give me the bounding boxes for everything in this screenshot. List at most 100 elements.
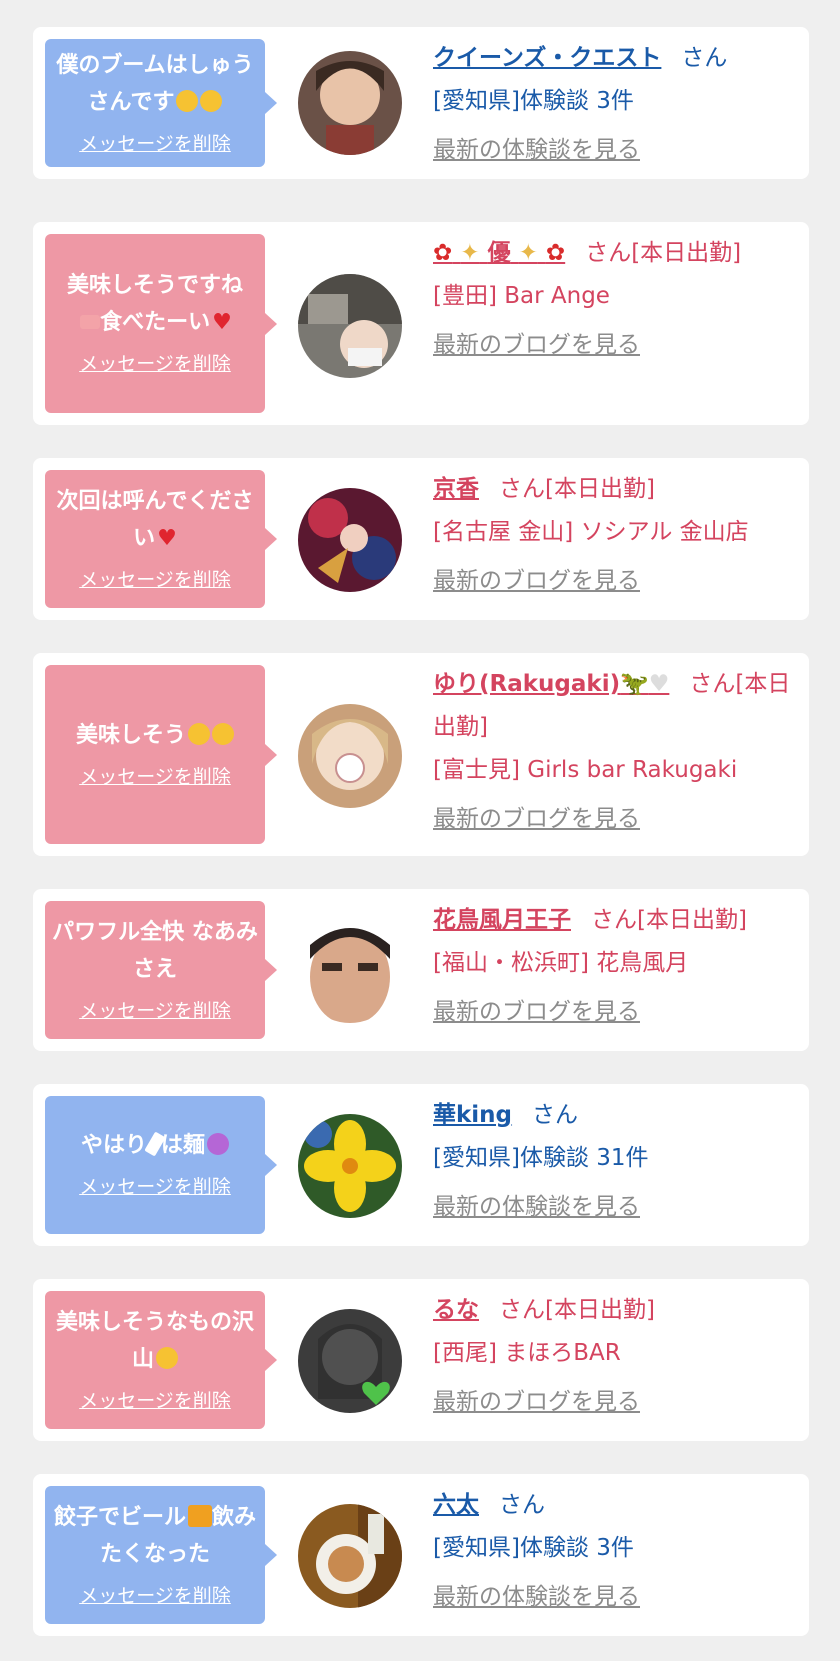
drooling-emoji-icon: [212, 722, 234, 745]
white-heart-emoji-icon: ♥: [648, 671, 670, 697]
review-count: [愛知県]体験談 31件: [433, 1145, 649, 1171]
latest-blog-link[interactable]: 最新のブログを見る: [433, 991, 798, 1034]
user-name-link[interactable]: 華king: [433, 1102, 512, 1128]
message-bubble: やはり は麺 メッセージを削除: [45, 1096, 277, 1234]
girl-info: 花鳥風月王子 さん[本日出勤] [福山・松浜町] 花鳥風月 最新のブログを見る: [433, 899, 798, 1034]
avatar[interactable]: [298, 1114, 402, 1218]
shop-name: [名古屋 金山] ソシアル 金山店: [433, 519, 749, 545]
latest-blog-link[interactable]: 最新のブログを見る: [433, 324, 798, 367]
honorific: さん: [681, 45, 728, 71]
girl-name-link[interactable]: ✿ ✦ 優 ✦ ✿: [433, 240, 565, 266]
drooling-emoji-icon: [156, 1346, 178, 1369]
latest-review-link[interactable]: 最新の体験談を見る: [433, 1186, 798, 1229]
rolling-laughing-emoji-icon: [176, 89, 199, 112]
girl-name-link[interactable]: るな: [433, 1297, 479, 1323]
girl-name-text: ゆり(Rakugaki): [433, 671, 621, 697]
avatar[interactable]: [298, 919, 402, 1023]
message-text: 美味しそうなもの沢山: [51, 1304, 259, 1378]
avatar[interactable]: [298, 51, 402, 155]
girl-name-text: 優: [487, 240, 511, 266]
sparkles-emoji-icon: ✦: [518, 240, 538, 266]
rolling-laughing-emoji-icon: [200, 89, 223, 112]
latest-review-link[interactable]: 最新の体験談を見る: [433, 1576, 798, 1619]
shop-name: [福山・松浜町] 花鳥風月: [433, 950, 689, 976]
message-text: 美味しそう: [76, 717, 234, 754]
message-text: 次回は呼んでください♥: [51, 483, 259, 557]
message-text: 餃子でビール 飲みたくなった: [51, 1499, 259, 1573]
delete-message-link[interactable]: メッセージを削除: [79, 1172, 231, 1199]
girl-name-link[interactable]: 花鳥風月王子: [433, 907, 571, 933]
girl-name-link[interactable]: ゆり(Rakugaki)🦖♥: [433, 671, 669, 697]
list-item: 僕のブームはしゅうさんです メッセージを削除 クイーンズ・クエスト さん [愛知県…: [33, 27, 809, 179]
delete-message-link[interactable]: メッセージを削除: [79, 1386, 231, 1413]
user-info: 六太 さん [愛知県]体験談 3件 最新の体験談を見る: [433, 1484, 798, 1619]
review-count: [愛知県]体験談 3件: [433, 88, 634, 114]
list-item: やはり は麺 メッセージを削除 華king さん [愛知県]体験談 31件 最新の体…: [33, 1084, 809, 1246]
sparkles-emoji-icon: ✦: [460, 240, 480, 266]
drooling-emoji-icon: [188, 722, 210, 745]
shop-name: [豊田] Bar Ange: [433, 283, 610, 309]
message-text-part: 食べたーい: [100, 310, 211, 335]
user-info: クイーンズ・クエスト さん [愛知県]体験談 3件 最新の体験談を見る: [433, 37, 798, 172]
message-text-part: 餃子でビール: [53, 1504, 186, 1530]
message-text-part: 美味しそうですね: [66, 273, 243, 298]
avatar[interactable]: [298, 488, 402, 592]
latest-blog-link[interactable]: 最新のブログを見る: [433, 798, 798, 841]
latest-blog-link[interactable]: 最新のブログを見る: [433, 1381, 798, 1424]
girl-info: 京香 さん[本日出勤] [名古屋 金山] ソシアル 金山店 最新のブログを見る: [433, 468, 798, 603]
girl-info: るな さん[本日出勤] [西尾] まほろBAR 最新のブログを見る: [433, 1289, 798, 1424]
message-text-part: 美味しそうなもの沢山: [55, 1309, 254, 1372]
message-bubble: 美味しそうですね 食べたーい♥ メッセージを削除: [45, 234, 277, 413]
avatar[interactable]: [298, 274, 402, 378]
latest-blog-link[interactable]: 最新のブログを見る: [433, 560, 798, 603]
latest-review-link[interactable]: 最新の体験談を見る: [433, 129, 798, 172]
delete-message-link[interactable]: メッセージを削除: [79, 349, 231, 376]
list-item: 餃子でビール 飲みたくなった メッセージを削除 六太 さん [愛知県]体験談 3件 …: [33, 1474, 809, 1636]
list-item: 次回は呼んでください♥ メッセージを削除 京香 さん[本日出勤] [名古屋 金山]…: [33, 458, 809, 620]
message-list: 僕のブームはしゅうさんです メッセージを削除 クイーンズ・クエスト さん [愛知県…: [0, 0, 840, 1661]
message-text: 美味しそうですね 食べたーい♥: [67, 267, 243, 341]
delete-message-link[interactable]: メッセージを削除: [79, 1581, 231, 1608]
message-bubble: 僕のブームはしゅうさんです メッセージを削除: [45, 39, 277, 167]
list-item: 美味しそうですね 食べたーい♥ メッセージを削除 ✿ ✦ 優 ✦ ✿ さん[本日出勤…: [33, 222, 809, 425]
delete-message-link[interactable]: メッセージを削除: [79, 762, 231, 789]
avatar[interactable]: [298, 704, 402, 808]
list-item: パワフル全快 なあみさえ メッセージを削除 花鳥風月王子 さん[本日出勤] [福山…: [33, 889, 809, 1051]
honorific: さん[本日出勤]: [499, 476, 655, 502]
dinosaur-emoji-icon: 🦖: [620, 671, 649, 697]
hibiscus-emoji-icon: ✿: [545, 240, 566, 266]
heart-emoji-icon: ♥: [157, 525, 177, 551]
honorific: さん[本日出勤]: [591, 907, 747, 933]
delete-message-link[interactable]: メッセージを削除: [79, 565, 231, 592]
list-item: 美味しそう メッセージを削除 ゆり(Rakugaki)🦖♥ さん[本日出勤] [富…: [33, 653, 809, 856]
list-item: 美味しそうなもの沢山 メッセージを削除 るな さん[本日出勤] [西尾] まほろB…: [33, 1279, 809, 1441]
beer-emoji-icon: [188, 1504, 212, 1527]
message-text-part: やはり: [80, 1133, 147, 1158]
message-text: やはり は麺: [80, 1127, 230, 1164]
cake-emoji-icon: [80, 315, 101, 329]
honorific: さん[本日出勤]: [585, 240, 742, 266]
girl-name-link[interactable]: 京香: [433, 476, 479, 502]
avatar[interactable]: [298, 1309, 402, 1413]
avatar[interactable]: [298, 1504, 402, 1608]
delete-message-link[interactable]: メッセージを削除: [79, 129, 231, 156]
shop-name: [西尾] まほろBAR: [433, 1340, 621, 1366]
message-text-part: 次回は呼んでください: [56, 488, 254, 551]
message-bubble: パワフル全快 なあみさえ メッセージを削除: [45, 901, 277, 1039]
honorific: さん: [532, 1102, 579, 1128]
shop-name: [富士見] Girls bar Rakugaki: [433, 757, 738, 783]
message-text-part: 僕のブームはしゅうさんです: [56, 52, 254, 115]
delete-message-link[interactable]: メッセージを削除: [79, 996, 231, 1023]
girl-info: ✿ ✦ 優 ✦ ✿ さん[本日出勤] [豊田] Bar Ange 最新のブログを見…: [433, 232, 798, 367]
user-name-link[interactable]: 六太: [433, 1492, 479, 1518]
user-name-link[interactable]: クイーンズ・クエスト: [433, 45, 661, 71]
message-text-part: は麺: [161, 1133, 206, 1158]
message-text: パワフル全快 なあみさえ: [52, 919, 258, 982]
honorific: さん[本日出勤]: [499, 1297, 655, 1323]
smiling-devil-emoji-icon: [207, 1133, 230, 1155]
message-bubble: 美味しそう メッセージを削除: [45, 665, 277, 844]
message-bubble: 餃子でビール 飲みたくなった メッセージを削除: [45, 1486, 277, 1624]
review-count: [愛知県]体験談 3件: [433, 1535, 634, 1561]
message-text: 僕のブームはしゅうさんです: [51, 47, 259, 121]
honorific: さん: [499, 1492, 545, 1518]
